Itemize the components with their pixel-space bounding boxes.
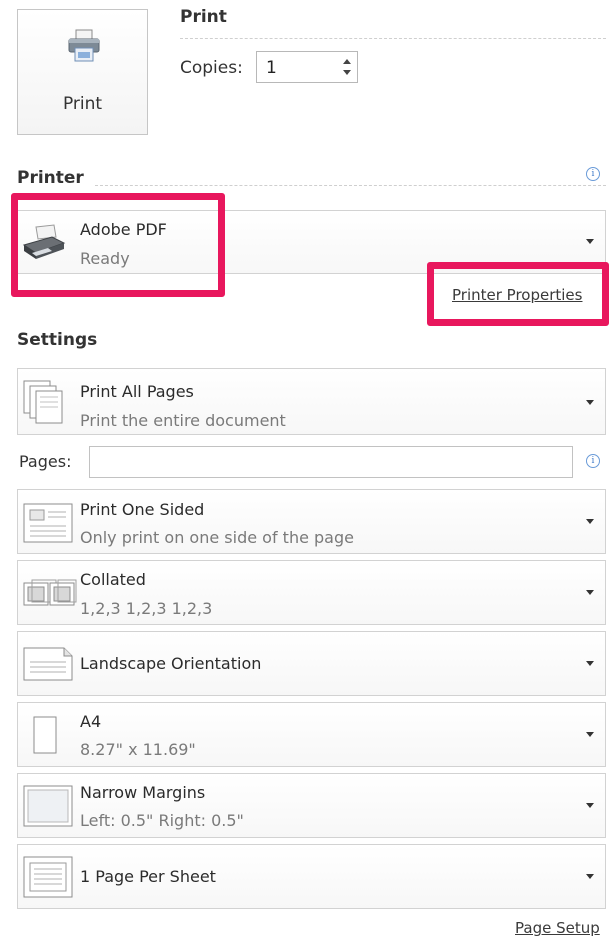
info-icon[interactable]: i bbox=[586, 454, 600, 468]
info-icon[interactable]: i bbox=[586, 167, 600, 181]
pages-per-sheet-dropdown[interactable]: 1 Page Per Sheet bbox=[17, 844, 606, 909]
pages-icon bbox=[23, 380, 63, 424]
paper-size-subtitle: 8.27" x 11.69" bbox=[80, 740, 196, 759]
margins-icon bbox=[23, 785, 73, 827]
sides-title: Print One Sided bbox=[80, 500, 205, 519]
print-button[interactable]: Print bbox=[17, 9, 148, 135]
settings-heading: Settings bbox=[17, 330, 98, 350]
paper-size-dropdown[interactable]: A4 8.27" x 11.69" bbox=[17, 702, 606, 767]
printer-icon bbox=[68, 29, 100, 62]
chevron-down-icon bbox=[586, 732, 594, 737]
chevron-down-icon bbox=[586, 400, 594, 405]
margins-title: Narrow Margins bbox=[80, 783, 206, 802]
printer-divider bbox=[95, 185, 606, 186]
copies-stepper[interactable]: 1 bbox=[256, 51, 358, 83]
pages-per-sheet-title: 1 Page Per Sheet bbox=[80, 867, 216, 886]
collation-subtitle: 1,2,3 1,2,3 1,2,3 bbox=[80, 599, 213, 618]
orientation-dropdown[interactable]: Landscape Orientation bbox=[17, 631, 606, 696]
chevron-down-icon bbox=[586, 590, 594, 595]
margins-subtitle: Left: 0.5" Right: 0.5" bbox=[80, 811, 244, 830]
chevron-down-icon bbox=[586, 874, 594, 879]
pages-input[interactable] bbox=[89, 446, 573, 478]
printer-properties-highlight-box bbox=[427, 262, 609, 326]
paper-size-title: A4 bbox=[80, 712, 102, 731]
printer-heading: Printer bbox=[17, 168, 84, 188]
spinner-arrows-icon[interactable] bbox=[341, 55, 353, 79]
landscape-icon bbox=[23, 647, 73, 681]
collation-dropdown[interactable]: Collated 1,2,3 1,2,3 1,2,3 bbox=[17, 560, 606, 625]
collation-title: Collated bbox=[80, 570, 146, 589]
collated-icon bbox=[23, 579, 77, 606]
orientation-title: Landscape Orientation bbox=[80, 654, 262, 673]
pages-label: Pages: bbox=[19, 452, 72, 471]
print-range-dropdown[interactable]: Print All Pages Print the entire documen… bbox=[17, 368, 606, 435]
chevron-down-icon bbox=[586, 803, 594, 808]
chevron-down-icon bbox=[586, 519, 594, 524]
paper-size-icon bbox=[33, 716, 57, 754]
sides-subtitle: Only print on one side of the page bbox=[80, 528, 354, 547]
print-range-subtitle: Print the entire document bbox=[80, 411, 286, 430]
chevron-down-icon bbox=[586, 239, 594, 244]
copies-label: Copies: bbox=[180, 58, 243, 78]
sides-dropdown[interactable]: Print One Sided Only print on one side o… bbox=[17, 489, 606, 554]
print-heading: Print bbox=[180, 7, 227, 27]
page-setup-link[interactable]: Page Setup bbox=[515, 919, 600, 937]
printer-highlight-box bbox=[11, 193, 225, 297]
print-range-title: Print All Pages bbox=[80, 382, 194, 401]
print-button-label: Print bbox=[62, 94, 103, 114]
pages-per-sheet-icon bbox=[23, 856, 73, 898]
chevron-down-icon bbox=[586, 661, 594, 666]
one-sided-icon bbox=[23, 503, 73, 543]
copies-value: 1 bbox=[266, 58, 277, 78]
margins-dropdown[interactable]: Narrow Margins Left: 0.5" Right: 0.5" bbox=[17, 773, 606, 838]
print-divider bbox=[180, 38, 606, 39]
